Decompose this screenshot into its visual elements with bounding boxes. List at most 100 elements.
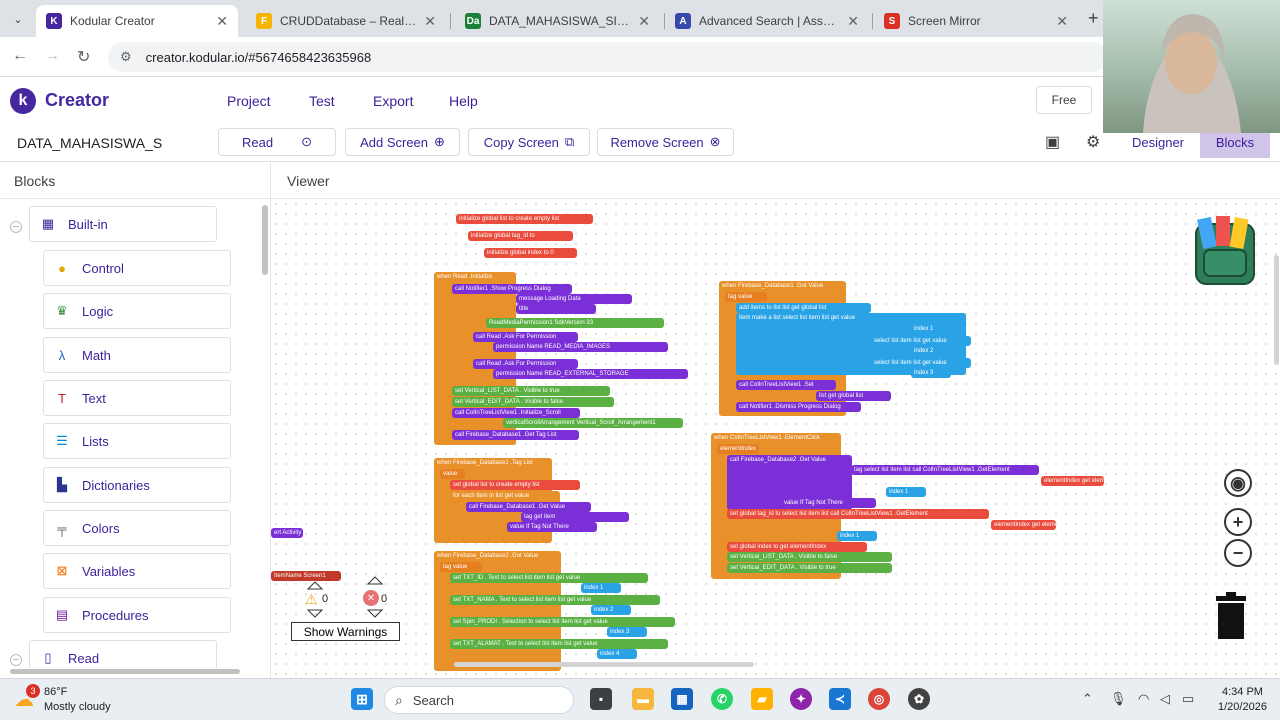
zoom-out-icon[interactable]: − <box>1224 539 1252 567</box>
back-icon[interactable]: ← <box>12 47 28 65</box>
block-add-items[interactable]: add items to list list get global list <box>736 303 871 313</box>
weather-temperature[interactable]: 86°F <box>44 686 67 698</box>
show-warnings-button[interactable]: Show Warnings <box>291 622 400 641</box>
block-get-value-1[interactable]: call Firebase_Database1 .Get Value <box>466 502 591 512</box>
tree-procedures[interactable]: ▤ Procedures <box>43 597 231 633</box>
copy-screen-button[interactable]: Copy Screen ⧉ <box>468 128 590 156</box>
block-permission-storage[interactable]: permission Name READ_EXTERNAL_STORAGE <box>493 369 688 379</box>
whatsapp-icon[interactable]: ✆ <box>711 688 733 710</box>
close-icon[interactable]: ✕ <box>847 13 859 30</box>
gallery-icon[interactable]: ▣ <box>1045 132 1060 152</box>
tree-colors[interactable]: ╤ Colors <box>43 510 231 546</box>
clock-time[interactable]: 4:34 PM <box>1222 686 1263 698</box>
block-vertical-scroll[interactable]: verticalScrollArrangement Vertical_Scrol… <box>503 418 683 428</box>
block-set-edit-visible[interactable]: set Vertical_EDIT_DATA . Visible to fals… <box>452 397 614 407</box>
block-index[interactable]: index 2 <box>911 346 951 356</box>
block-index[interactable]: index 2 <box>591 605 631 615</box>
block-set-edit-shown[interactable]: set Vertical_EDIT_DATA . Visible to true <box>727 563 892 573</box>
forward-icon[interactable]: → <box>44 47 60 65</box>
block-ask-permission-1[interactable]: call Read .Ask For Permission <box>473 332 578 342</box>
gear-icon[interactable]: ⚙ <box>1086 132 1100 152</box>
speaker-icon[interactable]: ◁ <box>1160 691 1170 707</box>
blocks-horizontal-scrollbar[interactable] <box>10 669 240 674</box>
zoom-in-icon[interactable]: + <box>1224 508 1252 536</box>
collapse-icon[interactable]: − <box>10 221 22 233</box>
block-dismiss-progress[interactable]: call Notifier1 .Dismiss Progress Dialog <box>736 402 861 412</box>
block-if-tag-not-there[interactable]: value If Tag Not There <box>781 498 876 508</box>
collapse-icon[interactable]: − <box>10 654 22 666</box>
block-index[interactable]: index 1 <box>581 583 621 593</box>
menu-test[interactable]: Test <box>309 93 335 109</box>
blocks-scrollbar[interactable] <box>262 205 268 275</box>
block-set-global-index[interactable]: set global index to get elementIndex <box>727 542 867 552</box>
screen-select[interactable]: Read ⊙ <box>218 128 336 156</box>
block-set-list-hidden[interactable]: set Vertical_LIST_DATA . Visible to fals… <box>727 552 892 562</box>
block-get-element-index[interactable]: elementIndex get elementIndex <box>991 520 1056 530</box>
tab-kodular[interactable]: K Kodular Creator ✕ <box>36 5 238 37</box>
block-tag-item[interactable]: tag get item <box>521 512 629 522</box>
task-view-icon[interactable]: ▪ <box>590 688 612 710</box>
remove-screen-button[interactable]: Remove Screen ⊗ <box>597 128 734 156</box>
block-select-list-item[interactable]: select list item list get value <box>871 336 971 346</box>
microphone-icon[interactable]: 🎙 <box>1110 691 1127 707</box>
block-set-global-list[interactable]: set global list to create empty list <box>450 480 580 490</box>
tree-dictionaries[interactable]: ▙ Dictionaries <box>43 467 231 503</box>
backpack-icon[interactable] <box>1186 214 1264 288</box>
plan-button[interactable]: Free <box>1036 86 1092 114</box>
block-index[interactable]: index 1 <box>837 531 877 541</box>
chevron-up-icon[interactable] <box>367 575 383 585</box>
block-init-global-list[interactable]: initialize global list to create empty l… <box>456 214 593 224</box>
menu-export[interactable]: Export <box>373 93 413 109</box>
block-index[interactable]: index 3 <box>911 368 951 378</box>
block-coltree-set[interactable]: call ColInTreeListView1 .Set <box>736 380 836 390</box>
block-index[interactable]: index 4 <box>597 649 637 659</box>
block-set-txt-id[interactable]: set TXT_ID . Text to select list item li… <box>450 573 648 583</box>
block-element-index-param[interactable]: elementIndex <box>717 444 759 454</box>
chevron-up-icon[interactable] <box>307 580 323 590</box>
app-brand[interactable]: Creator <box>45 90 109 111</box>
block-if-tag-not-there[interactable]: value If Tag Not There <box>507 522 597 532</box>
tree-logic[interactable]: ♛ Logic <box>43 293 231 329</box>
tree-text[interactable]: T Text <box>43 380 231 416</box>
tree-variables[interactable]: ⊠ Variables <box>43 553 231 589</box>
menu-help[interactable]: Help <box>449 93 478 109</box>
block-index[interactable]: index 3 <box>607 627 647 637</box>
block-partial-activity[interactable]: ert Activity <box>271 528 303 538</box>
block-sdk-version[interactable]: ReadMediaPermission1 SdkVersion 33 <box>486 318 664 328</box>
chevron-down-icon[interactable] <box>307 609 323 619</box>
block-tag-value-params[interactable]: tag value <box>440 562 482 572</box>
block-set-global-tag-id[interactable]: set global tag_id to select list item li… <box>727 509 989 519</box>
kodular-logo-icon[interactable]: k <box>10 88 36 114</box>
block-list-global[interactable]: list get global list <box>816 391 891 401</box>
block-set-spin-prodi[interactable]: set Spin_PRODI . Selection to select lis… <box>450 617 675 627</box>
workspace-vertical-scrollbar[interactable] <box>1274 255 1279 365</box>
block-index[interactable]: index 1 <box>886 487 926 497</box>
close-icon[interactable]: ✕ <box>1056 13 1068 30</box>
tree-screen-read[interactable]: ▯ Read <box>29 640 217 668</box>
add-screen-button[interactable]: Add Screen ⊕ <box>345 128 460 156</box>
block-set-txt-nama[interactable]: set TXT_NAMA . Text to select list item … <box>450 595 660 605</box>
block-index[interactable]: index 1 <box>911 324 951 334</box>
new-tab-button[interactable]: + <box>1088 8 1099 29</box>
battery-icon[interactable]: ▭ <box>1182 691 1194 707</box>
block-ask-permission-2[interactable]: call Read .Ask For Permission <box>473 359 578 369</box>
block-get-element-1[interactable]: tag select list item list call ColInTree… <box>851 465 1039 475</box>
tab-search-icon[interactable]: ⌄ <box>8 9 28 29</box>
chrome-icon[interactable]: ◎ <box>868 688 890 710</box>
reload-icon[interactable]: ↻ <box>77 47 90 67</box>
block-message[interactable]: message Loading Data <box>516 294 632 304</box>
taskbar-search[interactable]: ⌕ Search <box>384 686 574 714</box>
block-set-list-visible[interactable]: set Vertical_LIST_DATA . Visible to true <box>452 386 610 396</box>
workspace-horizontal-scrollbar[interactable] <box>454 662 754 667</box>
block-get-tag-list[interactable]: call Firebase_Database1 .Get Tag List <box>452 430 579 440</box>
tab-assets[interactable]: A Advanced Search | Assets | As ✕ <box>665 5 869 37</box>
block-show-progress[interactable]: call Notifier1 .Show Progress Dialog <box>452 284 572 294</box>
recenter-icon[interactable]: ◉ <box>1224 469 1252 497</box>
site-info-icon[interactable]: ⚙ <box>120 49 132 65</box>
tab-firebase[interactable]: F CRUDDatabase – Realtime Da ✕ <box>246 5 446 37</box>
chevron-up-icon[interactable]: ⌃ <box>1082 691 1093 707</box>
weather-description[interactable]: Mostly cloudy <box>44 701 111 713</box>
wifi-icon[interactable]: ◠ <box>1138 691 1149 707</box>
tab-screen-mirror[interactable]: S Screen Mirror ✕ <box>874 5 1078 37</box>
trash-icon[interactable] <box>1214 592 1248 640</box>
